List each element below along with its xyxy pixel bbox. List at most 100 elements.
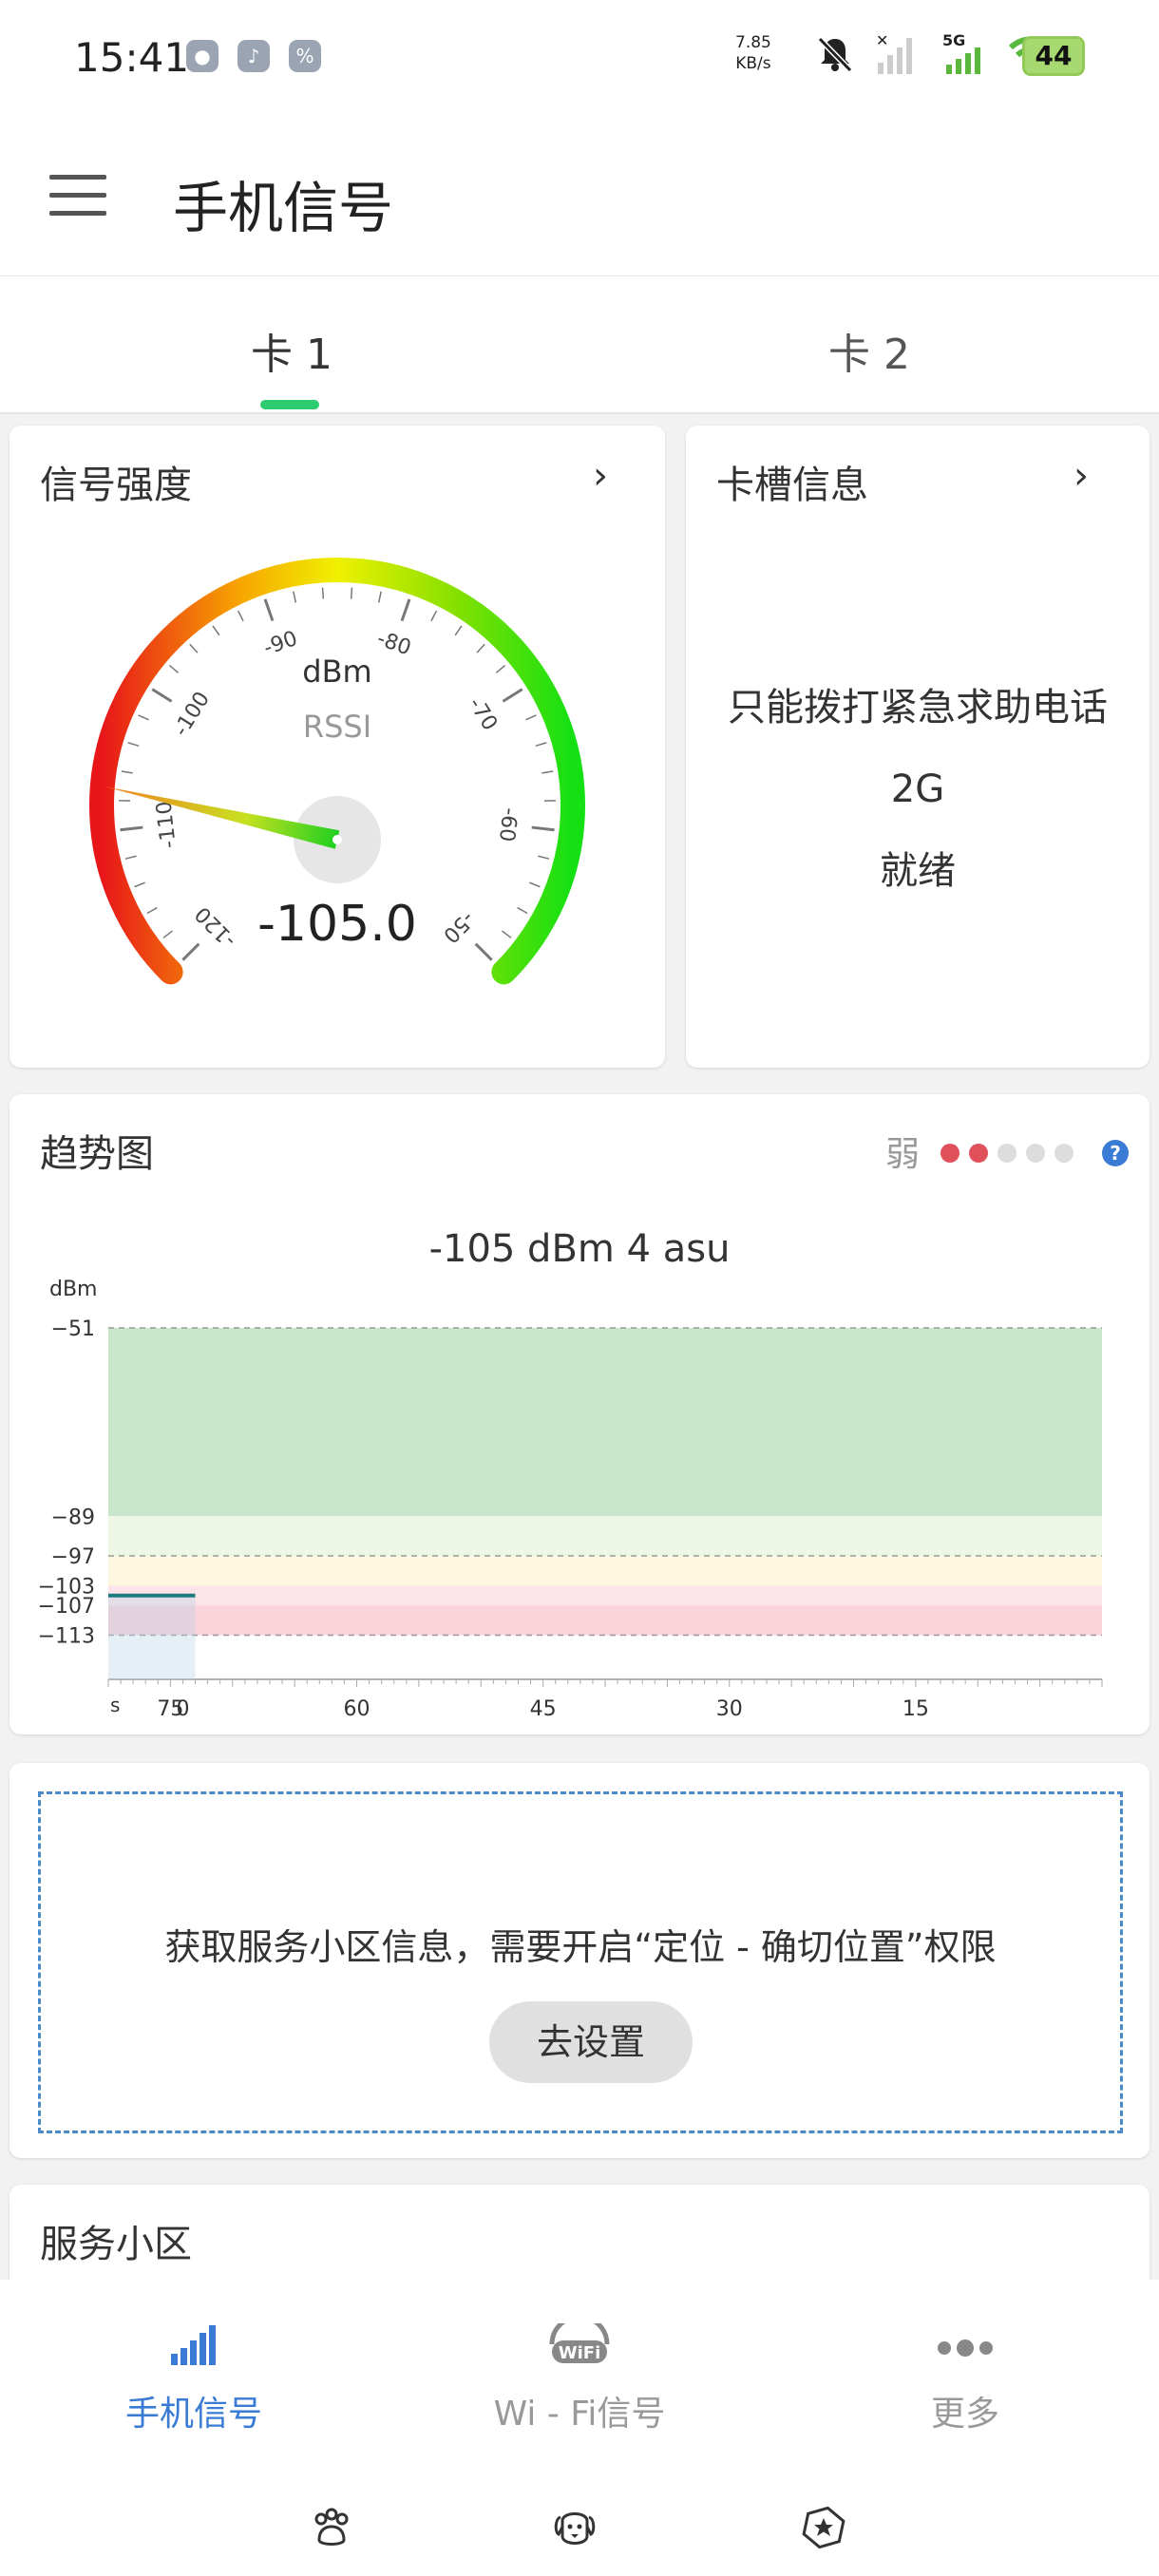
chart-band bbox=[108, 1585, 1102, 1606]
no-signal-icon: ✕ bbox=[876, 32, 912, 74]
gauge-minor-tick bbox=[538, 855, 550, 860]
signal-strength-card[interactable]: 信号强度 › dBm RSSI -105.0 -120 -110 -100 -90 -8… bbox=[10, 426, 665, 1068]
active-tab-indicator bbox=[260, 400, 319, 409]
nav-item-mobile-signal[interactable]: 手机信号 bbox=[51, 2318, 336, 2435]
mute-bell-icon bbox=[817, 36, 853, 73]
gauge-scale-label: -60 bbox=[494, 806, 522, 843]
gauge-scale-label: -110 bbox=[152, 800, 180, 849]
gauge-major-tick bbox=[474, 942, 493, 961]
gauge-needle-pivot bbox=[332, 835, 342, 844]
gauge-major-tick bbox=[400, 598, 411, 622]
series-area bbox=[108, 1595, 196, 1679]
gauge-minor-tick bbox=[476, 643, 485, 653]
svg-text:✕: ✕ bbox=[876, 32, 888, 49]
signal-gauge: dBm RSSI -105.0 -120-110-100-90 -80-70-60… bbox=[89, 558, 585, 985]
gauge-minor-tick bbox=[146, 906, 158, 915]
gauge-minor-tick bbox=[321, 587, 325, 599]
slot-info-card[interactable]: 卡槽信息 › 只能拨打紧急求助电话 2G 就绪 bbox=[686, 426, 1150, 1068]
gauge-minor-tick bbox=[293, 591, 297, 603]
x-axis-label: s bbox=[110, 1694, 120, 1716]
x-tick-label: 30 bbox=[716, 1697, 743, 1721]
slot-network-line: 2G bbox=[890, 767, 945, 811]
gauge-minor-tick bbox=[127, 742, 140, 748]
go-settings-button[interactable]: 去设置 bbox=[489, 2001, 693, 2083]
gauge-metric: RSSI bbox=[303, 709, 371, 745]
permission-box: 获取服务小区信息，需要开启“定位 - 确切位置”权限 去设置 bbox=[38, 1791, 1123, 2133]
y-tick-label: −51 bbox=[51, 1317, 95, 1341]
gauge-minor-tick bbox=[501, 930, 512, 938]
gauge-scale-label: -70 bbox=[464, 693, 502, 735]
gauge-major-tick bbox=[151, 688, 173, 703]
svg-text:WiFi: WiFi bbox=[559, 2343, 601, 2363]
trend-card: 趋势图 弱 ? -105 dBm 4 asu dBm −51 −89 −97 −103−… bbox=[10, 1094, 1150, 1734]
gauge-major-tick bbox=[181, 942, 200, 961]
star-badge-icon[interactable] bbox=[800, 2504, 847, 2551]
x-tick-label: 45 bbox=[530, 1697, 557, 1721]
hamburger-menu-icon[interactable] bbox=[49, 175, 106, 217]
status-time: 15:41 bbox=[74, 34, 190, 81]
slot-card-title: 卡槽信息 bbox=[716, 464, 868, 507]
system-status-icons: ✕ 5G bbox=[815, 32, 1056, 76]
gauge-minor-tick bbox=[138, 714, 149, 721]
gauge-minor-tick bbox=[495, 665, 506, 673]
gauge-minor-tick bbox=[124, 855, 137, 860]
gauge-minor-tick bbox=[212, 625, 220, 636]
gauge-unit: dBm bbox=[302, 653, 371, 690]
tab-sim-2[interactable]: 卡 2 bbox=[828, 320, 910, 381]
gauge-major-tick bbox=[263, 598, 275, 622]
chevron-right-icon[interactable]: › bbox=[1074, 454, 1089, 498]
battery-indicator: 44 bbox=[1022, 36, 1085, 76]
y-tick-label: −97 bbox=[51, 1545, 95, 1569]
gauge-minor-tick bbox=[454, 625, 463, 636]
y-tick-label: −107 bbox=[38, 1595, 95, 1619]
more-dots-icon bbox=[938, 2339, 993, 2357]
nav-item-wifi-signal[interactable]: WiFi Wi - Fi信号 bbox=[437, 2318, 722, 2435]
gauge-scale-label: -50 bbox=[438, 906, 479, 947]
sim-tabs: 卡 1 卡 2 bbox=[0, 275, 1159, 414]
serving-cell-title: 服务小区 bbox=[40, 2223, 192, 2266]
tiktok-app-icon: ♪ bbox=[238, 40, 270, 72]
paw-icon[interactable] bbox=[308, 2504, 355, 2551]
nav-label-more: 更多 bbox=[930, 2395, 999, 2434]
gauge-minor-tick bbox=[121, 770, 133, 774]
chart-band bbox=[108, 1516, 1102, 1556]
gauge-minor-tick bbox=[134, 881, 145, 888]
gauge-minor-tick bbox=[525, 714, 537, 721]
gauge-scale-label: -90 bbox=[260, 627, 300, 660]
gauge-minor-tick bbox=[168, 665, 180, 673]
gauge-minor-tick bbox=[237, 610, 244, 622]
x-tick-label: 0 bbox=[176, 1697, 189, 1721]
chart-band bbox=[108, 1328, 1102, 1517]
permission-message: 获取服务小区信息，需要开启“定位 - 确切位置”权限 bbox=[164, 1926, 997, 1968]
trend-chart: dBm−51−89−97−103−107−11375 60 45 30 150s bbox=[38, 1278, 1103, 1721]
app-bar: 手机信号 bbox=[0, 114, 1159, 275]
slot-status-line: 只能拨打紧急求助电话 bbox=[728, 686, 1108, 729]
gauge-minor-tick bbox=[535, 742, 547, 748]
signal-5g-icon: 5G bbox=[942, 32, 980, 74]
gauge-minor-tick bbox=[377, 591, 382, 603]
net-speed: 7.85 KB/s bbox=[735, 33, 771, 73]
y-tick-label: −89 bbox=[51, 1506, 95, 1529]
chart-band bbox=[108, 1605, 1102, 1636]
bottom-navigation: 手机信号 WiFi Wi - Fi信号 更多 bbox=[0, 2280, 1159, 2576]
chart-band bbox=[108, 1556, 1102, 1586]
status-bar: 15:41 ● ♪ % 7.85 KB/s ✕ 5G 44 bbox=[0, 0, 1159, 114]
y-axis-label: dBm bbox=[49, 1278, 98, 1301]
photo-app-icon: % bbox=[289, 40, 321, 72]
svg-text:5G: 5G bbox=[942, 32, 965, 49]
gauge-scale-label: -100 bbox=[169, 688, 215, 741]
y-tick-label: −113 bbox=[38, 1624, 95, 1648]
gauge-scale-label: -80 bbox=[374, 627, 414, 660]
gauge-value: -105.0 bbox=[257, 896, 417, 953]
slot-state-line: 就绪 bbox=[880, 849, 956, 893]
dog-face-icon[interactable] bbox=[551, 2504, 598, 2551]
nav-item-more[interactable]: 更多 bbox=[823, 2318, 1108, 2435]
wifi-badge-icon: WiFi bbox=[549, 2323, 610, 2363]
tab-sim-1[interactable]: 卡 1 bbox=[251, 320, 332, 381]
gauge-major-tick bbox=[120, 825, 143, 832]
chat-app-icon: ● bbox=[186, 40, 218, 72]
gauge-minor-tick bbox=[189, 643, 199, 653]
gauge-minor-tick bbox=[430, 610, 438, 622]
gauge-major-tick bbox=[531, 825, 555, 832]
nav-label-wifi-signal: Wi - Fi信号 bbox=[493, 2395, 666, 2434]
